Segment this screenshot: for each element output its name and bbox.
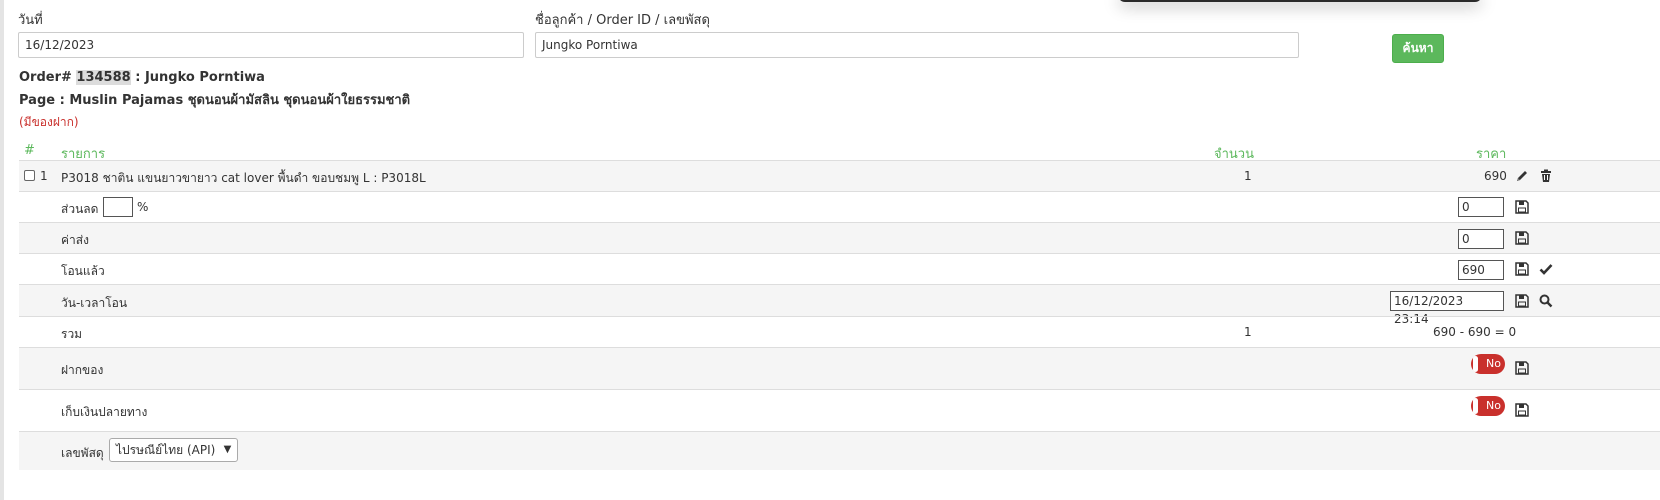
shipping-input[interactable]: 0 (1458, 229, 1504, 249)
table-row-total: รวม 1 690 - 690 = 0 (19, 316, 1660, 347)
deposit-toggle[interactable]: No (1471, 354, 1505, 374)
order-note: (มีของฝาก) (19, 115, 79, 129)
order-title: Order# 134588 : Jungko Porntiwa (19, 70, 265, 85)
table-row-shipping: ค่าส่ง 0 (19, 222, 1660, 253)
caret-down-icon: ▼ (223, 444, 232, 455)
order-customer: : Jungko Porntiwa (130, 70, 265, 85)
item-checkbox[interactable] (24, 170, 35, 181)
item-price: 690 (1484, 169, 1507, 183)
carrier-select[interactable]: ไปรษณีย์ไทย (API) ▼ (109, 438, 239, 462)
transfer-time-label: วัน-เวลาโอน (61, 296, 128, 310)
total-balance: 690 - 690 = 0 (1433, 325, 1517, 339)
discount-percent-input[interactable] (103, 197, 133, 217)
discount-label: ส่วนลด (61, 202, 99, 216)
tracking-label: เลขพัสดุ (61, 446, 104, 460)
item-qty: 1 (1244, 169, 1252, 183)
table-row-transfer-time: วัน-เวลาโอน 16/12/2023 23:14 (19, 284, 1660, 326)
cod-label: เก็บเงินปลายทาง (61, 405, 148, 419)
order-id: 134588 (76, 70, 131, 85)
floating-overlay (1118, 0, 1482, 2)
trash-icon[interactable] (1539, 169, 1553, 183)
save-icon[interactable] (1515, 294, 1529, 308)
date-input[interactable]: 16/12/2023 (18, 32, 524, 58)
save-icon[interactable] (1515, 403, 1529, 417)
table-row-discount: ส่วนลด % 0 (19, 191, 1660, 222)
order-page: Page : Muslin Pajamas ชุดนอนผ้ามัสลิน ชุ… (19, 93, 411, 108)
paid-label: โอนแล้ว (61, 264, 105, 278)
deposit-label: ฝากของ (61, 363, 104, 377)
customer-search-input[interactable]: Jungko Porntiwa (535, 32, 1299, 58)
table-row-item: 1 P3018 ชาติน แขนยาวขายาว cat lover พื้น… (19, 160, 1660, 191)
cod-toggle[interactable]: No (1471, 396, 1505, 416)
item-number: 1 (40, 169, 48, 183)
total-label: รวม (61, 327, 83, 341)
save-icon[interactable] (1515, 231, 1529, 245)
col-header-num: # (24, 143, 35, 158)
save-icon[interactable] (1515, 200, 1529, 214)
save-icon[interactable] (1515, 262, 1529, 276)
paid-input[interactable]: 690 (1458, 260, 1504, 280)
percent-sign: % (137, 200, 149, 214)
search-icon[interactable] (1539, 294, 1553, 308)
save-icon[interactable] (1515, 361, 1529, 375)
discount-input[interactable]: 0 (1458, 197, 1504, 217)
date-label: วันที่ (18, 13, 43, 28)
total-qty: 1 (1244, 325, 1252, 339)
table-row-paid: โอนแล้ว 690 (19, 253, 1660, 284)
table-row-cod: เก็บเงินปลายทาง No (19, 389, 1660, 431)
transfer-time-input[interactable]: 16/12/2023 23:14 (1390, 291, 1504, 326)
shipping-label: ค่าส่ง (61, 233, 89, 247)
table-row-deposit: ฝากของ No (19, 347, 1660, 389)
search-button[interactable]: ค้นหา (1392, 34, 1444, 63)
item-name: P3018 ชาติน แขนยาวขายาว cat lover พื้นดำ… (61, 171, 426, 185)
table-row-tracking: เลขพัสดุ ไปรษณีย์ไทย (API) ▼ (19, 431, 1660, 470)
customer-label: ชื่อลูกค้า / Order ID / เลขพัสดุ (535, 13, 710, 28)
left-border (0, 0, 4, 500)
carrier-selected: ไปรษณีย์ไทย (API) (116, 443, 216, 457)
check-icon[interactable] (1539, 262, 1553, 276)
order-prefix: Order# (19, 70, 77, 85)
pencil-icon[interactable] (1515, 169, 1529, 183)
